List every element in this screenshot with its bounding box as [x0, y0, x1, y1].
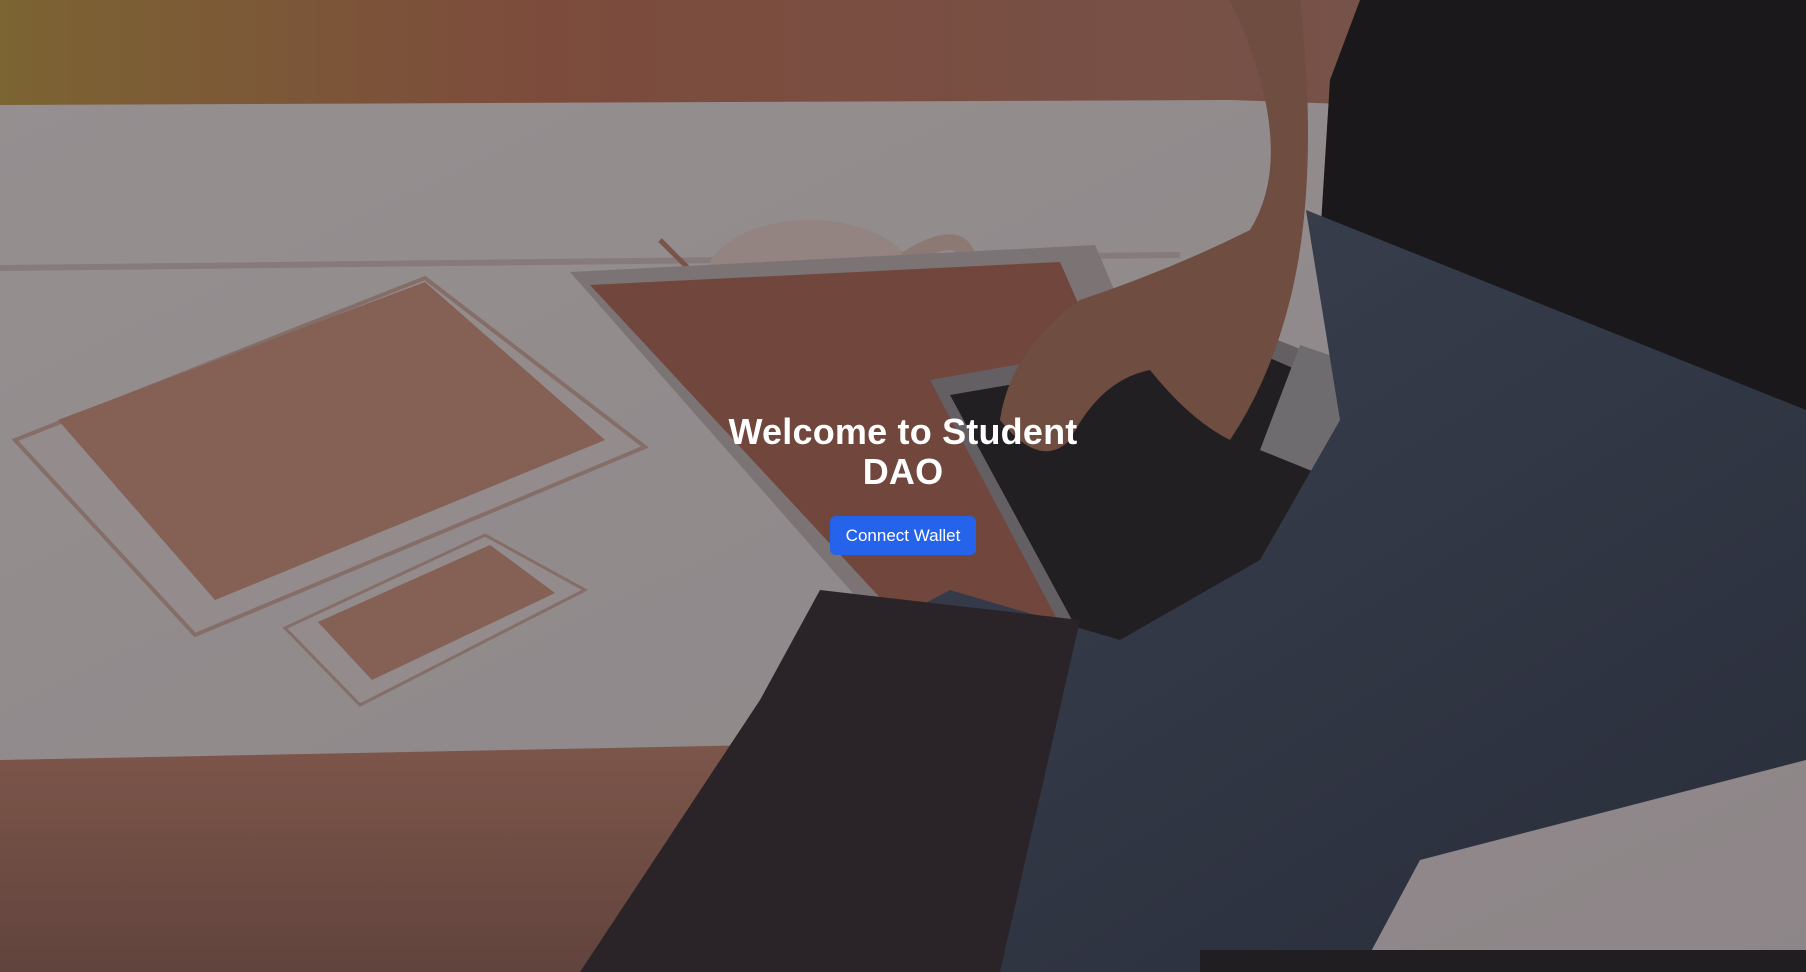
hero-section: Welcome to Student DAO Connect Wallet: [0, 0, 1806, 972]
page-title: Welcome to Student DAO: [728, 411, 1078, 492]
connect-wallet-button[interactable]: Connect Wallet: [829, 516, 977, 555]
hero-content: Welcome to Student DAO Connect Wallet: [0, 412, 1806, 555]
